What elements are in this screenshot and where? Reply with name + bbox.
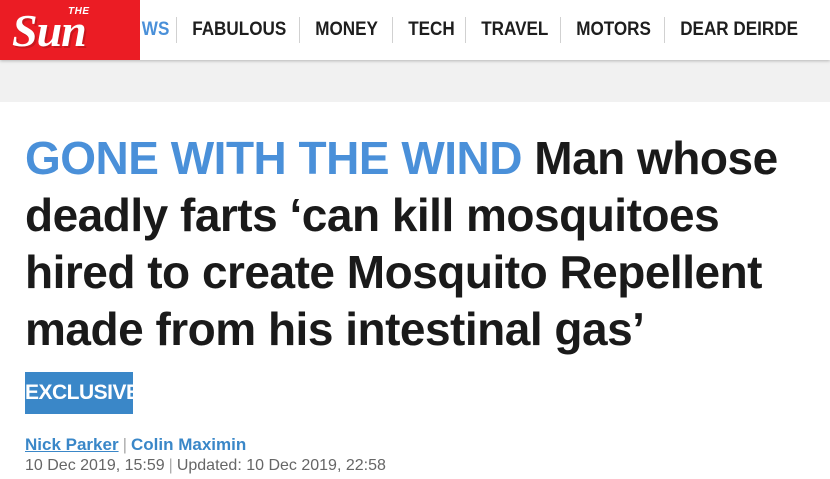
nav-item-fabulous[interactable]: FABULOUS <box>175 17 302 43</box>
article-dates: 10 Dec 2019, 15:59 | Updated: 10 Dec 2019,… <box>25 457 386 475</box>
main-nav: WS FABULOUS MONEY TECH TRAVEL MOTORS DEA… <box>140 0 830 60</box>
headline-kicker: GONE WITH THE WIND <box>25 132 522 184</box>
author-link-nick-parker[interactable]: Nick Parker <box>25 435 119 454</box>
article-headline: GONE WITH THE WIND Man whose deadly fart… <box>25 130 815 358</box>
updated-date: Updated: 10 Dec 2019, 22:58 <box>176 457 386 474</box>
site-header: THE Sun WS FABULOUS MONEY TECH TRAVEL MO… <box>0 0 830 60</box>
sun-logo[interactable]: THE Sun <box>0 0 140 60</box>
byline: Nick Parker | Colin Maximin <box>25 435 246 455</box>
header-spacer-band <box>0 60 830 102</box>
author-link-colin-maximin[interactable]: Colin Maximin <box>131 435 246 454</box>
byline-divider: | <box>122 435 127 454</box>
exclusive-badge: EXCLUSIVE <box>25 372 140 414</box>
logo-name-text: Sun <box>12 5 87 56</box>
nav-item-money[interactable]: MONEY <box>299 17 393 43</box>
nav-item-motors[interactable]: MOTORS <box>560 17 666 43</box>
article-header: GONE WITH THE WIND Man whose deadly fart… <box>0 102 830 479</box>
nav-item-travel[interactable]: TRAVEL <box>464 17 564 43</box>
published-date: 10 Dec 2019, 15:59 <box>25 457 165 474</box>
nav-item-tech[interactable]: TECH <box>391 17 470 43</box>
nav-item-dear-deirdre[interactable]: DEAR DEIRDE <box>664 17 813 43</box>
dates-divider: | <box>168 457 173 474</box>
